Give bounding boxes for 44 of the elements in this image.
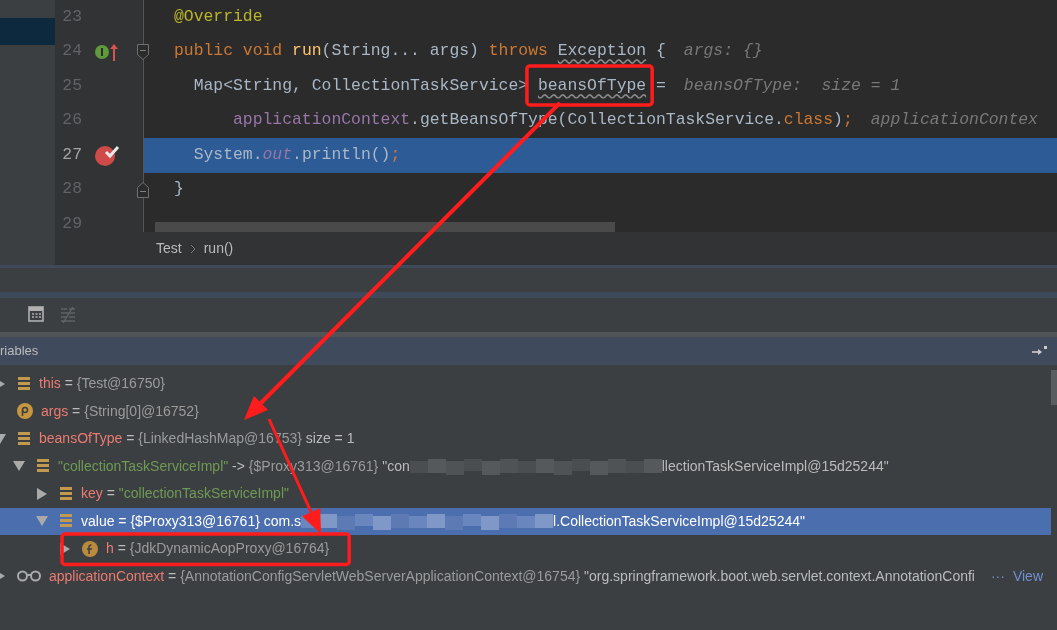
expand-link[interactable]: ··· (990, 565, 1005, 587)
caret-right-icon[interactable] (37, 487, 47, 500)
stack-icon (17, 376, 31, 391)
arrow-icon[interactable] (1031, 345, 1047, 357)
glasses-icon (17, 570, 41, 583)
stack-icon (17, 431, 31, 446)
fold-icon[interactable] (136, 180, 150, 199)
line-number: 27 (61, 143, 82, 166)
view-link[interactable]: View (1012, 565, 1043, 587)
parameter-icon (17, 403, 33, 420)
stack-icon (59, 514, 73, 529)
variable-text: applicationContext = {AnnotationConfigServletWebServerApplicationContext@16754} "org.springframework.boot.web.servlet.context.AnnotationConfi (49, 566, 975, 586)
scrollbar-thumb[interactable] (1051, 370, 1057, 405)
code-line: System.out.println(); (192, 143, 401, 166)
tree-row[interactable]: value = {$Proxy313@16761} com.s l.CollectionTaskServiceImpl@15d25244" (0, 507, 1051, 535)
tree-row[interactable]: key = "collectionTaskServiceImpl" (0, 480, 1051, 508)
variable-text: args = {String[0]@16752} (41, 401, 199, 421)
variable-text: this = {Test@16750} (39, 374, 165, 394)
variable-text: llectionTaskServiceImpl@15d25244" (661, 456, 889, 476)
caret-down-icon[interactable] (13, 461, 25, 472)
breadcrumb[interactable]: Test (156, 238, 182, 259)
tree-row[interactable]: args = {String[0]@16752} (0, 397, 1051, 425)
variable-text: h = {JdkDynamicAopProxy@16764} (106, 539, 330, 559)
inline-hint: applicationContex (870, 109, 1038, 132)
panel-title: riables (0, 342, 39, 361)
breadcrumb[interactable]: run() (203, 238, 234, 259)
code-line: public void run(String... args) throws Exception { (173, 40, 666, 63)
variable-text: l.CollectionTaskServiceImpl@15d25244" (553, 511, 805, 531)
scrollbar-thumb[interactable] (155, 222, 615, 232)
code-line: } (173, 178, 184, 201)
tree-row[interactable]: this = {Test@16750} (0, 370, 1051, 398)
inline-hint: args: {} (683, 40, 763, 63)
stack-icon (59, 486, 73, 501)
field-icon (82, 540, 98, 557)
variable-text: key = "collectionTaskServiceImpl" (81, 484, 289, 504)
fold-icon[interactable] (136, 42, 150, 61)
inline-hint: beansOfType: size = 1 (683, 74, 901, 97)
variable-text: value = {$Proxy313@16761} com.s (81, 511, 302, 531)
tree-row[interactable]: applicationContext = {AnnotationConfigServletWebServerApplicationContext@16754} "org.springframework.boot.web.servlet.context.AnnotationConfi ··· View (0, 562, 1051, 590)
table-icon[interactable] (28, 306, 44, 324)
chevron-icon (189, 243, 196, 254)
tree-row[interactable]: h = {JdkDynamicAopProxy@16764} (0, 535, 1051, 563)
code-line: @Override (173, 5, 263, 28)
stack-icon (36, 459, 50, 474)
